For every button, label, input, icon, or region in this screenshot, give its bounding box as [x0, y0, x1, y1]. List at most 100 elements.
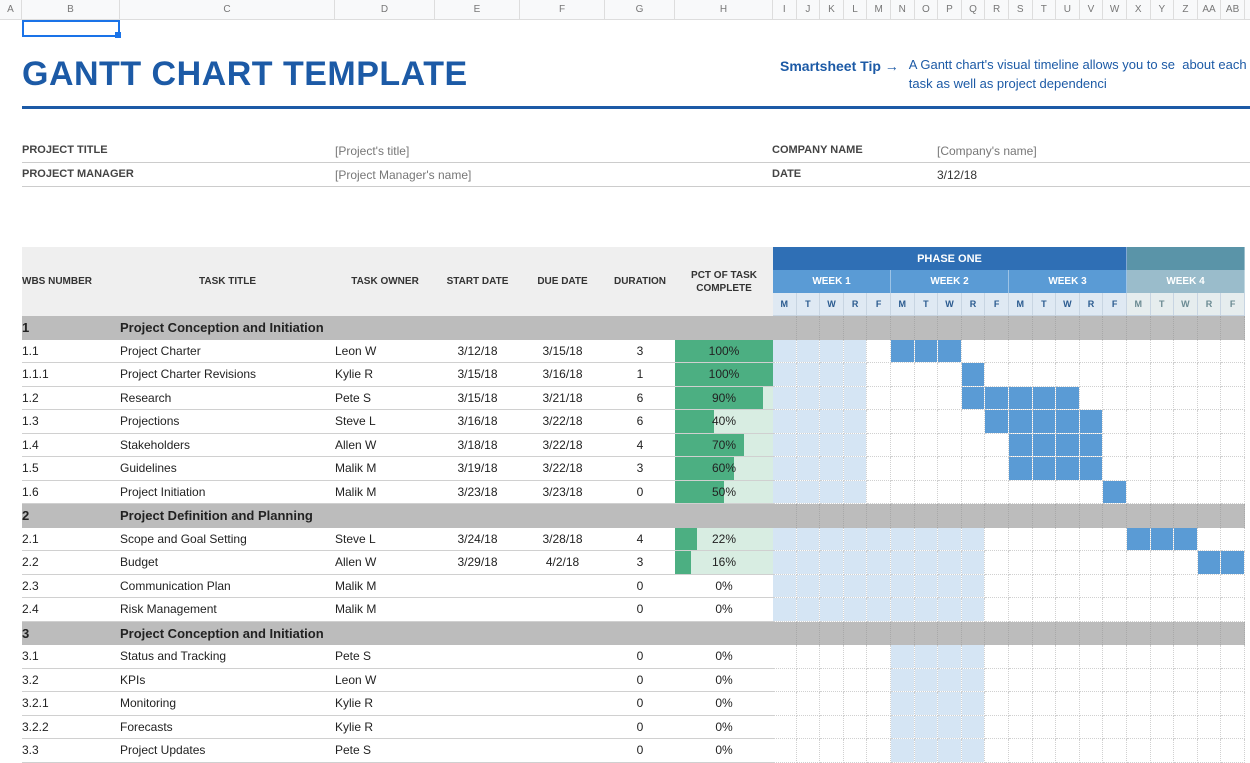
cell-due-date[interactable] [520, 575, 605, 599]
cell-task-title[interactable]: Project Conception and Initiation [120, 316, 335, 340]
cell-wbs[interactable]: 1.1.1 [22, 363, 120, 387]
cell-pct-complete[interactable]: 0% [675, 716, 773, 740]
cell-pct-complete[interactable]: 70% [675, 434, 773, 458]
cell-duration[interactable]: 4 [605, 434, 675, 458]
cell-due-date[interactable] [520, 692, 605, 716]
table-row[interactable]: 1.1.1Project Charter RevisionsKylie R3/1… [22, 363, 1250, 387]
cell-pct-complete[interactable]: 22% [675, 528, 773, 552]
column-header[interactable]: M [867, 0, 891, 19]
cell-owner[interactable]: Malik M [335, 481, 435, 505]
cell-task-title[interactable]: Forecasts [120, 716, 335, 740]
cell-start-date[interactable]: 3/16/18 [435, 410, 520, 434]
section-row[interactable]: 3Project Conception and Initiation [22, 622, 1250, 646]
cell-start-date[interactable] [435, 598, 520, 622]
cell-wbs[interactable]: 3.1 [22, 645, 120, 669]
cell-pct-complete[interactable]: 0% [675, 669, 773, 693]
project-manager-value[interactable]: [Project Manager's name] [335, 168, 471, 182]
cell-pct-complete[interactable]: 0% [675, 692, 773, 716]
cell-due-date[interactable]: 3/15/18 [520, 340, 605, 364]
table-row[interactable]: 1.4StakeholdersAllen W3/18/183/22/18470% [22, 434, 1250, 458]
cell-duration[interactable]: 0 [605, 645, 675, 669]
cell-wbs[interactable]: 1.3 [22, 410, 120, 434]
cell-due-date[interactable]: 3/23/18 [520, 481, 605, 505]
cell-start-date[interactable] [435, 645, 520, 669]
cell-task-title[interactable]: Monitoring [120, 692, 335, 716]
cell-task-title[interactable]: Projections [120, 410, 335, 434]
cell-duration[interactable]: 0 [605, 481, 675, 505]
cell-due-date[interactable] [520, 739, 605, 763]
date-value[interactable]: 3/12/18 [937, 168, 977, 182]
column-header[interactable]: T [1033, 0, 1057, 19]
cell-task-title[interactable]: Risk Management [120, 598, 335, 622]
cell-task-title[interactable]: Stakeholders [120, 434, 335, 458]
cell-pct-complete[interactable]: 50% [675, 481, 773, 505]
cell-duration[interactable]: 0 [605, 598, 675, 622]
column-header[interactable]: D [335, 0, 435, 19]
cell-owner[interactable]: Malik M [335, 598, 435, 622]
table-row[interactable]: 2.1Scope and Goal SettingSteve L3/24/183… [22, 528, 1250, 552]
cell-due-date[interactable]: 3/28/18 [520, 528, 605, 552]
column-header[interactable]: S [1009, 0, 1033, 19]
cell-task-title[interactable]: Project Charter Revisions [120, 363, 335, 387]
cell-owner[interactable]: Malik M [335, 457, 435, 481]
table-row[interactable]: 3.2.1MonitoringKylie R00% [22, 692, 1250, 716]
column-header[interactable]: Q [962, 0, 986, 19]
cell-duration[interactable]: 1 [605, 363, 675, 387]
cell-pct-complete[interactable]: 100% [675, 340, 773, 364]
cell-owner[interactable]: Leon W [335, 669, 435, 693]
cell-wbs[interactable]: 2.3 [22, 575, 120, 599]
cell-pct-complete[interactable]: 0% [675, 598, 773, 622]
cell-wbs[interactable]: 2.4 [22, 598, 120, 622]
column-header[interactable]: H [675, 0, 773, 19]
cell-owner[interactable]: Leon W [335, 340, 435, 364]
cell-duration[interactable]: 0 [605, 575, 675, 599]
cell-pct-complete[interactable]: 100% [675, 363, 773, 387]
cell-start-date[interactable]: 3/15/18 [435, 363, 520, 387]
cell-duration[interactable]: 3 [605, 457, 675, 481]
cell-start-date[interactable]: 3/29/18 [435, 551, 520, 575]
cell-start-date[interactable] [435, 575, 520, 599]
cell-due-date[interactable] [520, 716, 605, 740]
cell-task-title[interactable]: Project Conception and Initiation [120, 622, 335, 646]
cell-pct-complete[interactable]: 40% [675, 410, 773, 434]
cell-duration[interactable]: 4 [605, 528, 675, 552]
table-row[interactable]: 3.2KPIsLeon W00% [22, 669, 1250, 693]
cell-due-date[interactable]: 3/22/18 [520, 434, 605, 458]
cell-owner[interactable]: Kylie R [335, 692, 435, 716]
cell-due-date[interactable]: 3/22/18 [520, 457, 605, 481]
cell-owner[interactable]: Allen W [335, 434, 435, 458]
cell-due-date[interactable]: 3/16/18 [520, 363, 605, 387]
cell-task-title[interactable]: Status and Tracking [120, 645, 335, 669]
cell-task-title[interactable]: Guidelines [120, 457, 335, 481]
column-header[interactable]: L [844, 0, 868, 19]
cell-due-date[interactable]: 4/2/18 [520, 551, 605, 575]
cell-owner[interactable]: Kylie R [335, 716, 435, 740]
column-header[interactable]: K [820, 0, 844, 19]
column-header[interactable]: B [22, 0, 120, 19]
cell-task-title[interactable]: Project Charter [120, 340, 335, 364]
column-header[interactable]: P [938, 0, 962, 19]
cell-wbs[interactable]: 1.2 [22, 387, 120, 411]
cell-owner[interactable]: Allen W [335, 551, 435, 575]
cell-start-date[interactable]: 3/15/18 [435, 387, 520, 411]
cell-duration[interactable]: 0 [605, 669, 675, 693]
cell-start-date[interactable]: 3/23/18 [435, 481, 520, 505]
cell-wbs[interactable]: 3 [22, 622, 120, 646]
cell-wbs[interactable]: 3.2.1 [22, 692, 120, 716]
cell-wbs[interactable]: 1.4 [22, 434, 120, 458]
cell-wbs[interactable]: 3.2 [22, 669, 120, 693]
table-row[interactable]: 2.2BudgetAllen W3/29/184/2/18316% [22, 551, 1250, 575]
cell-pct-complete[interactable]: 60% [675, 457, 773, 481]
cell-due-date[interactable] [520, 598, 605, 622]
project-title-value[interactable]: [Project's title] [335, 144, 409, 158]
column-header[interactable]: X [1127, 0, 1151, 19]
cell-owner[interactable]: Steve L [335, 528, 435, 552]
cell-task-title[interactable]: Research [120, 387, 335, 411]
cell-wbs[interactable]: 2.2 [22, 551, 120, 575]
table-row[interactable]: 1.6Project InitiationMalik M3/23/183/23/… [22, 481, 1250, 505]
section-row[interactable]: 1Project Conception and Initiation [22, 316, 1250, 340]
cell-duration[interactable]: 6 [605, 387, 675, 411]
cell-start-date[interactable]: 3/24/18 [435, 528, 520, 552]
cell-start-date[interactable] [435, 692, 520, 716]
table-row[interactable]: 3.2.2ForecastsKylie R00% [22, 716, 1250, 740]
